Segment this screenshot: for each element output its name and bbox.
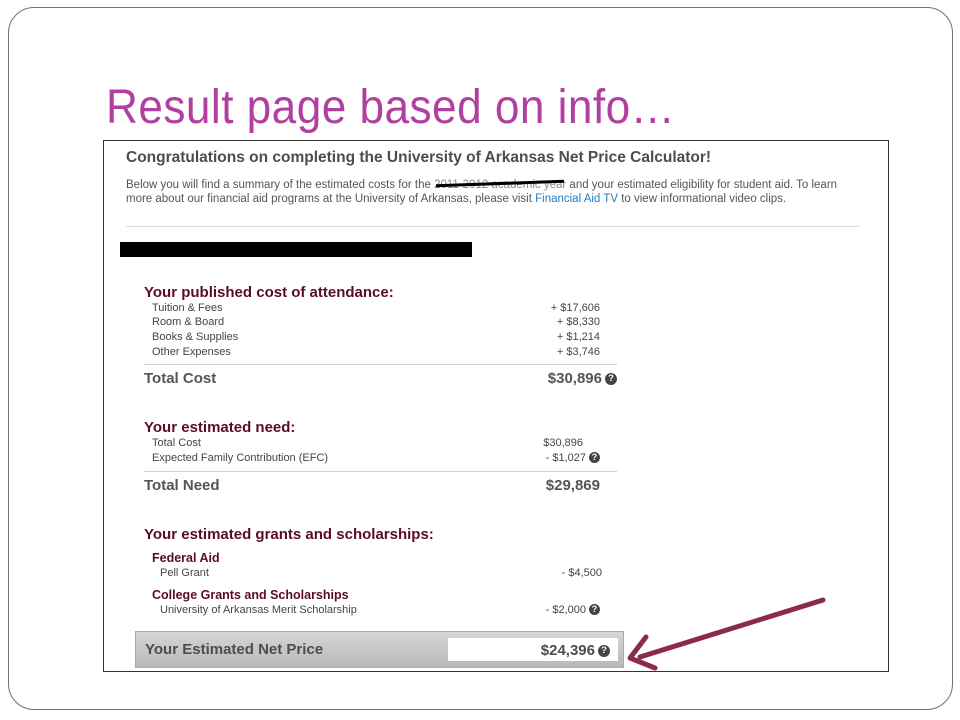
annotation-arrow-overlay	[627, 597, 826, 671]
arrow-shaft	[637, 597, 826, 660]
